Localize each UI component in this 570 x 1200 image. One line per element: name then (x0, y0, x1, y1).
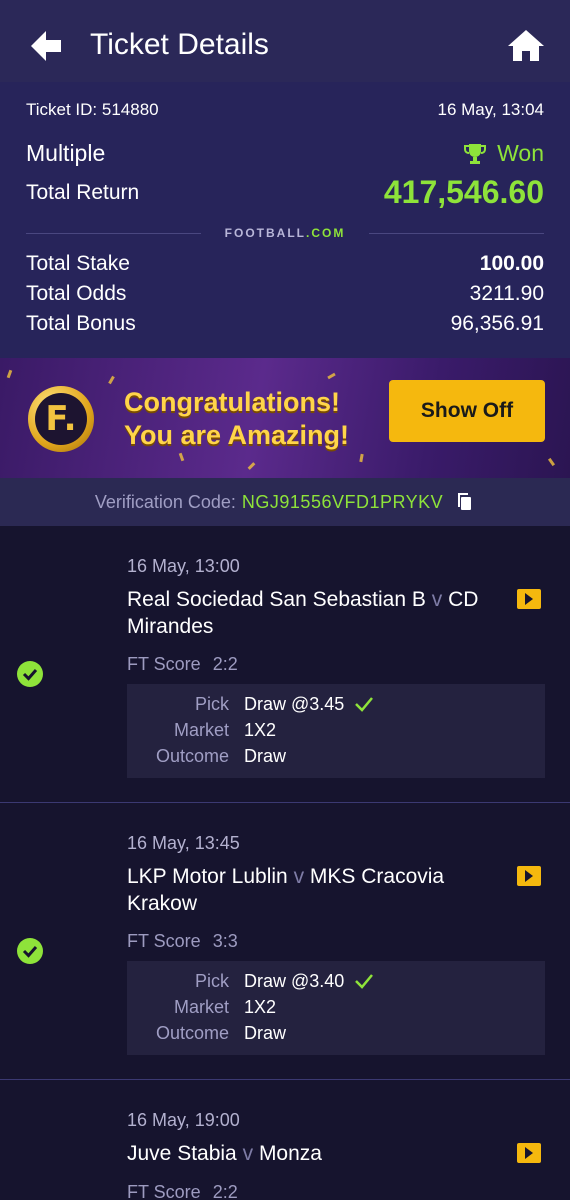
page-title: Ticket Details (90, 28, 269, 61)
market-label: Market (173, 997, 229, 1017)
back-button[interactable] (26, 26, 66, 66)
event-date: 16 May, 19:00 (127, 1110, 240, 1130)
ft-score: FT Score 3:3 (127, 931, 238, 951)
congratulations-banner: F. Congratulations! You are Amazing! Sho… (0, 358, 570, 478)
won-check-icon (17, 661, 43, 687)
home-button[interactable] (506, 26, 546, 66)
outcome-value: Draw (244, 746, 287, 766)
home-icon (508, 30, 544, 61)
total-bonus-label: Total Bonus (26, 312, 136, 335)
event-teams: Real Sociedad San Sebastian B v CD Miran… (127, 588, 479, 638)
live-stats-icon[interactable] (516, 865, 542, 887)
total-odds-label: Total Odds (26, 282, 127, 305)
market-value: 1X2 (244, 720, 277, 740)
event-teams: Juve Stabia v Monza (127, 1142, 322, 1165)
event-teams: LKP Motor Lublin v MKS Cracovia Krakow (127, 865, 445, 915)
total-bonus-value: 96,356.91 (450, 312, 544, 335)
pick-details: Pick Draw @3.40 Market 1X2 Outcome Draw (127, 961, 545, 1055)
arrow-left-icon (31, 31, 61, 61)
top-bar: Ticket Details (0, 0, 570, 82)
pick-value: Draw @3.40 (244, 971, 374, 992)
verification-code: NGJ91556VFD1PRYKV (241, 491, 444, 512)
ticket-id: Ticket ID: 514880 (26, 100, 159, 119)
event-item[interactable]: 16 May, 13:00 Real Sociedad San Sebastia… (0, 526, 570, 803)
ticket-summary: Ticket ID: 514880 16 May, 13:04 Multiple… (0, 82, 570, 358)
total-return-label: Total Return (26, 180, 140, 204)
market-label: Market (173, 720, 229, 740)
trophy-icon (464, 143, 487, 164)
tick-icon (355, 974, 374, 989)
total-stake-value: 100.00 (479, 252, 544, 275)
live-stats-icon[interactable] (516, 588, 542, 610)
event-item[interactable]: 16 May, 13:45 LKP Motor Lublin v MKS Cra… (0, 803, 570, 1080)
outcome-label: Outcome (155, 1023, 229, 1043)
won-check-icon (17, 938, 43, 964)
show-off-button[interactable]: Show Off (389, 380, 545, 442)
verification-bar: Verification Code: NGJ91556VFD1PRYKV (0, 478, 570, 526)
ticket-datetime: 16 May, 13:04 (437, 100, 544, 119)
status-badge: Won (463, 140, 544, 167)
event-date: 16 May, 13:00 (127, 556, 240, 576)
pick-value: Draw @3.45 (244, 694, 374, 715)
brand-coin-icon: F. (28, 386, 94, 452)
pick-label: Pick (194, 971, 229, 991)
pick-details: Pick Draw @3.45 Market 1X2 Outcome Draw (127, 684, 545, 778)
market-value: 1X2 (244, 997, 277, 1017)
ft-score: FT Score 2:2 (127, 654, 238, 674)
pick-label: Pick (194, 694, 229, 714)
total-stake-label: Total Stake (26, 252, 130, 275)
event-date: 16 May, 13:45 (127, 833, 240, 853)
total-odds-value: 3211.90 (469, 282, 544, 305)
bet-type: Multiple (26, 140, 106, 166)
ft-score: FT Score 2:2 (127, 1182, 238, 1200)
congrats-text: Congratulations! You are Amazing! (124, 387, 350, 450)
total-return-value: 417,546.60 (383, 174, 544, 210)
event-item[interactable]: 16 May, 19:00 Juve Stabia v Monza FT Sco… (0, 1080, 570, 1200)
outcome-value: Draw (244, 1023, 287, 1043)
copy-icon[interactable] (455, 492, 475, 512)
outcome-label: Outcome (155, 746, 229, 766)
verification-label: Verification Code: (94, 491, 236, 512)
live-stats-icon[interactable] (516, 1142, 542, 1164)
status-text: Won (497, 140, 544, 166)
brand-divider: FOOTBALL.COM (26, 224, 545, 242)
tick-icon (355, 697, 374, 712)
brand-logo: FOOTBALL.COM (224, 226, 346, 240)
